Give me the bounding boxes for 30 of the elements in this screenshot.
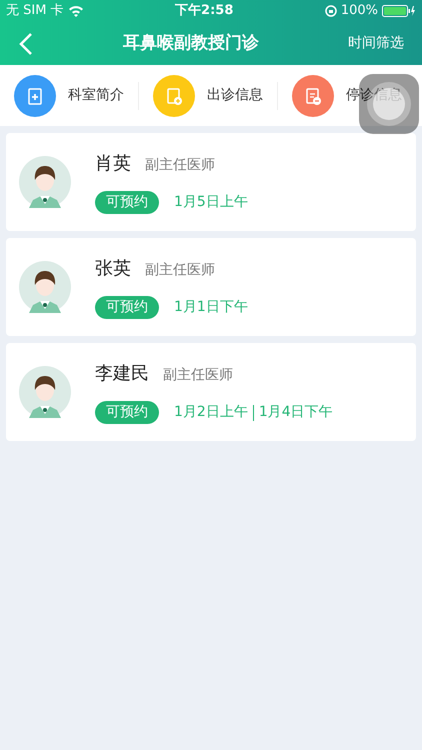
lock-rotation-icon [324, 5, 337, 17]
battery-text: 100% [340, 2, 378, 20]
doctor-avatar [19, 366, 71, 418]
back-icon[interactable] [18, 32, 34, 56]
doctor-card[interactable]: 肖英 副主任医师 可预约 1月5日上午 [6, 133, 416, 231]
assistive-touch-button[interactable] [359, 74, 419, 134]
doctor-name: 张英 [95, 257, 131, 281]
doctor-avatar [19, 261, 71, 313]
shortcut-item[interactable]: 出诊信息 [153, 74, 263, 116]
shortcut-label: 出诊信息 [207, 86, 263, 105]
doctor-title: 副主任医师 [145, 156, 215, 175]
doctor-name: 肖英 [95, 152, 131, 176]
shortcut-label: 科室简介 [68, 86, 124, 105]
shortcut-label: 停诊信息 [346, 86, 402, 105]
doctor-card[interactable]: 张英 副主任医师 可预约 1月1日下午 [6, 238, 416, 336]
doctor-title: 副主任医师 [145, 261, 215, 280]
time-filter-button[interactable]: 时间筛选 [348, 33, 404, 54]
carrier-text: 无 SIM 卡 [6, 2, 64, 20]
shortcut-item[interactable]: 科室简介 [14, 74, 124, 116]
page-title: 耳鼻喉副教授门诊 [123, 32, 259, 55]
doctor-title: 副主任医师 [163, 366, 233, 385]
availability-badge: 可预约 [95, 296, 159, 319]
doctor-avatar [19, 156, 71, 208]
clock-text: 下午2:58 [175, 2, 234, 20]
availability-badge: 可预约 [95, 401, 159, 424]
shortcut-item[interactable]: 停诊信息 [292, 74, 402, 116]
doctor-name: 李建民 [95, 362, 149, 386]
battery-icon [382, 5, 416, 17]
availability-badge: 可预约 [95, 191, 159, 214]
wifi-icon [68, 5, 84, 17]
